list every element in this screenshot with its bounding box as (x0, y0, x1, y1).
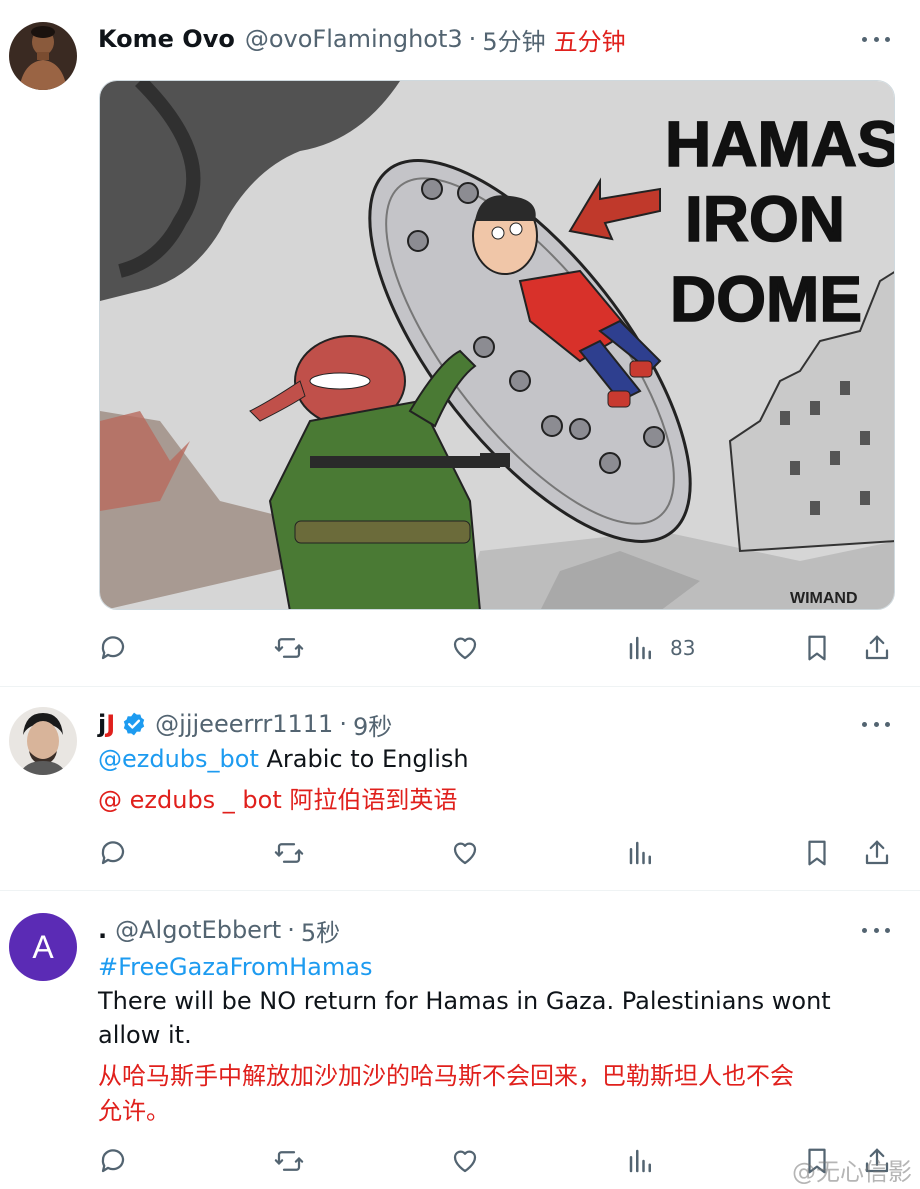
handle[interactable]: @jjjeeerrr1111 (155, 710, 333, 738)
separator: · (468, 25, 477, 53)
tweet-header: jJ @jjjeeerrr1111 · 9秒 (98, 707, 392, 741)
more-options-icon[interactable] (862, 719, 890, 729)
mention-link[interactable]: @ezdubs_bot (98, 745, 259, 773)
separator: · (287, 916, 295, 944)
views-button[interactable] (626, 1143, 656, 1179)
handle[interactable]: @AlgotEbbert (115, 916, 281, 944)
bookmark-icon (808, 635, 826, 661)
tweet-2[interactable]: jJ @jjjeeerrr1111 · 9秒 @ezdubs_bot Arabi… (0, 687, 920, 890)
heart-icon (453, 1150, 477, 1173)
bookmark-button[interactable] (802, 630, 832, 666)
timestamp-translation: 五分钟 (553, 27, 626, 56)
tweet-body-line-2: allow it. (98, 1021, 192, 1049)
display-name[interactable]: Kome Ovo (98, 25, 235, 53)
display-name-part-2: J (106, 710, 116, 738)
tweet-header: Kome Ovo @ovoFlaminghot3 · 5分钟 五分钟 (98, 22, 626, 56)
retweet-button[interactable] (274, 630, 304, 666)
tweet-actions (98, 835, 898, 871)
tweet-translation-line-2: 允许。 (98, 1097, 170, 1125)
avatar-letter: A (32, 928, 54, 965)
display-name[interactable]: . (98, 916, 107, 944)
reply-button[interactable] (98, 835, 128, 871)
heart-icon (453, 637, 477, 660)
cartoon-illustration: HAMAS' IRON DOME WIMAND (100, 81, 895, 609)
more-options-icon[interactable] (862, 925, 890, 935)
retweet-button[interactable] (274, 835, 304, 871)
tweet-header: . @AlgotEbbert · 5秒 (98, 913, 340, 947)
reply-icon (101, 1149, 125, 1173)
views-icon (629, 1149, 651, 1173)
like-button[interactable] (450, 1143, 480, 1179)
tweet-translation-line-1: 从哈马斯手中解放加沙加沙的哈马斯不会回来，巴勒斯坦人也不会 (98, 1062, 794, 1090)
bookmark-button[interactable] (802, 835, 832, 871)
tweet-actions (98, 1143, 898, 1179)
separator: · (339, 710, 347, 738)
like-button[interactable] (450, 630, 480, 666)
views-button[interactable] (626, 835, 656, 871)
cartoon-title-line-2: IRON (685, 183, 845, 255)
reply-icon (101, 841, 125, 865)
cartoon-title-line-3: DOME (670, 263, 862, 335)
retweet-button[interactable] (274, 1143, 304, 1179)
tweet-3[interactable]: A . @AlgotEbbert · 5秒 #FreeGazaFromHamas… (0, 891, 920, 1189)
avatar[interactable]: A (9, 913, 77, 981)
tweet-translation: @ ezdubs _ bot 阿拉伯语到英语 (98, 786, 458, 814)
bookmark-icon (808, 840, 826, 866)
tweet-image[interactable]: HAMAS' IRON DOME WIMAND (99, 80, 895, 610)
timestamp[interactable]: 5分钟 (482, 22, 545, 57)
retweet-icon (274, 1151, 304, 1171)
reply-button[interactable] (98, 630, 128, 666)
more-options-icon[interactable] (862, 34, 890, 44)
tweet-1[interactable]: Kome Ovo @ovoFlaminghot3 · 5分钟 五分钟 HAMAS… (0, 0, 920, 686)
share-icon (865, 840, 889, 865)
hashtag-link[interactable]: #FreeGazaFromHamas (98, 953, 372, 981)
timestamp[interactable]: 9秒 (353, 707, 392, 742)
retweet-icon (274, 638, 304, 658)
cartoon-title-line-1: HAMAS' (665, 108, 895, 180)
share-icon (865, 635, 889, 660)
tweet-actions: 83 (98, 630, 898, 666)
watermark: @无心信影 (792, 1158, 912, 1186)
views-icon (629, 636, 651, 660)
artist-signature: WIMAND (790, 590, 858, 607)
display-name[interactable]: jJ (98, 710, 115, 738)
display-name-part-1: j (98, 710, 107, 738)
verified-badge-icon (121, 711, 147, 737)
views-button[interactable]: 83 (626, 630, 695, 666)
views-icon (629, 841, 651, 865)
heart-icon (453, 842, 477, 865)
timestamp[interactable]: 5秒 (301, 913, 340, 948)
avatar[interactable] (9, 22, 77, 90)
share-button[interactable] (862, 630, 892, 666)
avatar[interactable] (9, 707, 77, 775)
like-button[interactable] (450, 835, 480, 871)
reply-icon (101, 636, 125, 660)
handle[interactable]: @ovoFlaminghot3 (245, 25, 463, 53)
tweet-body-line-1: There will be NO return for Hamas in Gaz… (98, 987, 831, 1015)
retweet-icon (274, 843, 304, 863)
reply-button[interactable] (98, 1143, 128, 1179)
tweet-text: @ezdubs_bot Arabic to English (98, 745, 469, 773)
views-count: 83 (670, 636, 696, 660)
share-button[interactable] (862, 835, 892, 871)
tweet-body: Arabic to English (258, 745, 469, 773)
